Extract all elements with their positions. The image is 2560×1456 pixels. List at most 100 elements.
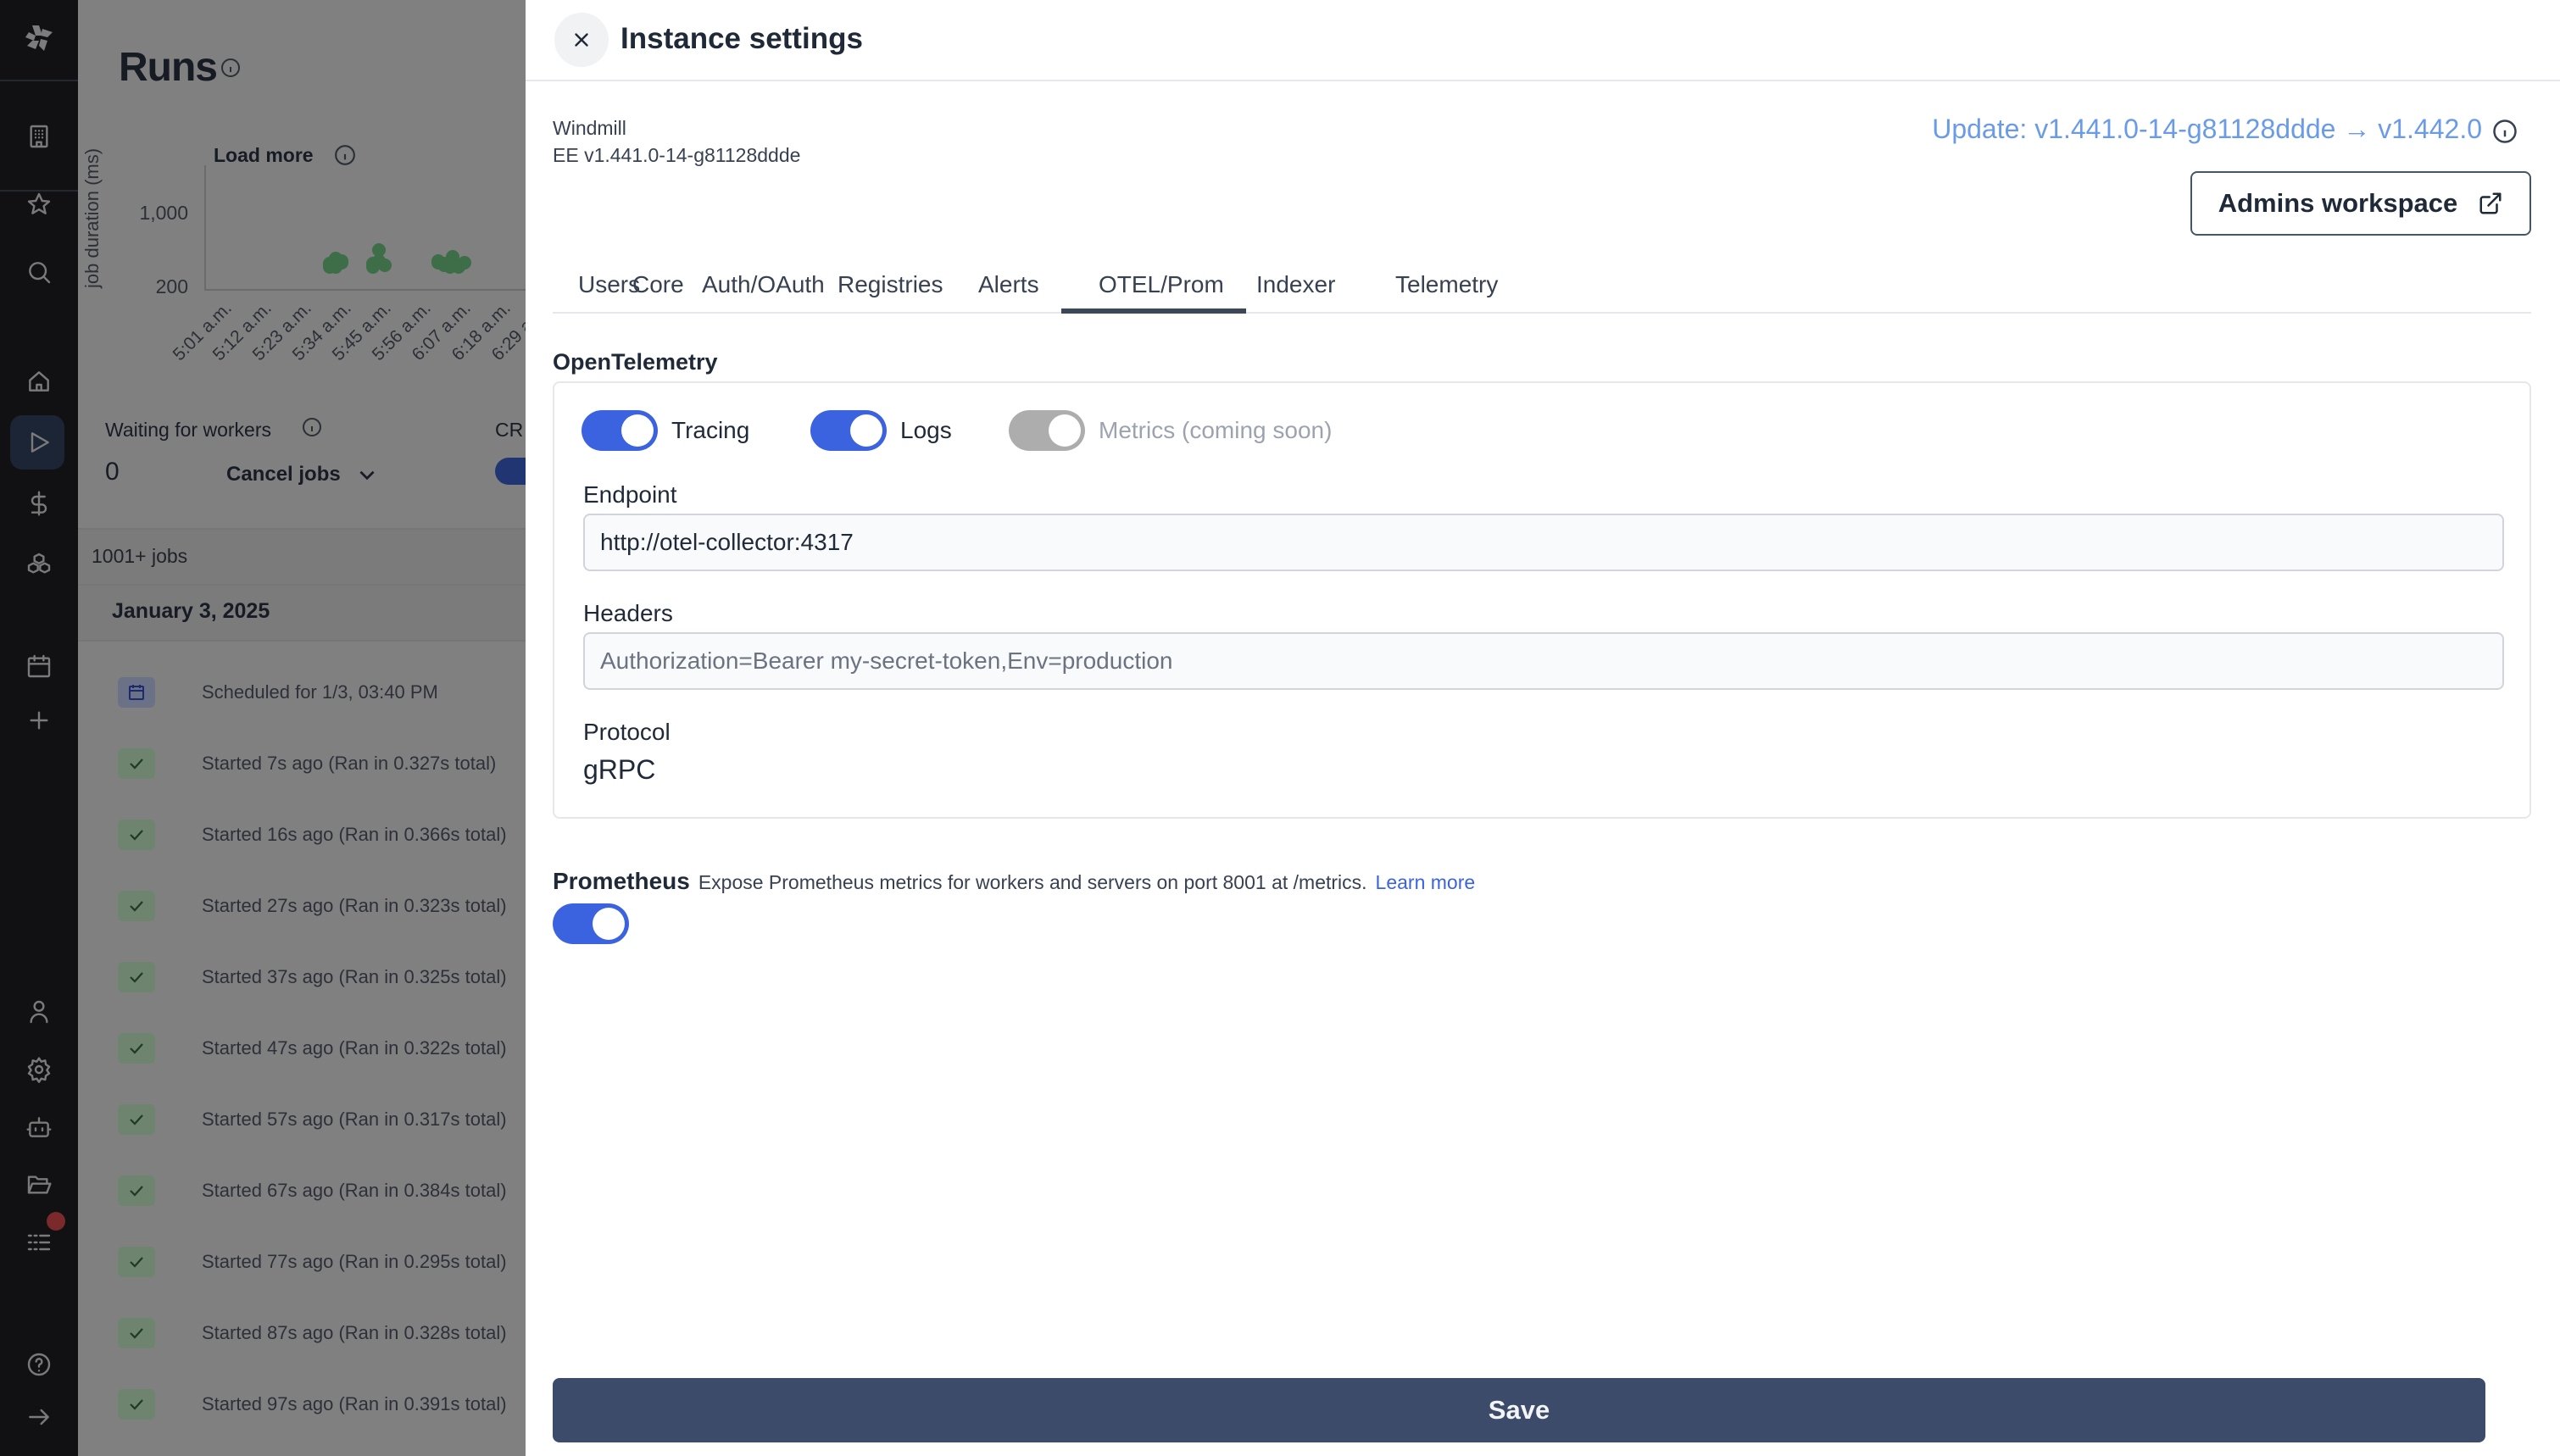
sidebar bbox=[0, 0, 78, 1456]
sidebar-item-logs[interactable] bbox=[22, 1225, 56, 1259]
sidebar-item-help[interactable] bbox=[22, 1348, 56, 1381]
protocol-label: Protocol bbox=[583, 719, 671, 745]
help-icon bbox=[27, 1353, 51, 1376]
save-button[interactable]: Save bbox=[553, 1378, 2485, 1442]
check-icon bbox=[130, 759, 143, 770]
sidebar-item-runs[interactable] bbox=[22, 425, 56, 459]
tab-core[interactable]: Core bbox=[632, 271, 684, 298]
sidebar-item-user[interactable] bbox=[22, 995, 56, 1029]
job-status-text: Started 67s ago (Ran in 0.384s total) bbox=[202, 1180, 507, 1201]
logs-toggle[interactable] bbox=[810, 410, 887, 451]
gear-icon bbox=[27, 1057, 51, 1083]
list-icon bbox=[27, 1234, 51, 1251]
headers-input[interactable] bbox=[583, 632, 2504, 690]
version-label: EE v1.441.0-14-g81128ddde bbox=[553, 144, 801, 166]
job-row[interactable]: Started 47s ago (Ran in 0.322s total) bbox=[78, 1012, 527, 1083]
success-badge bbox=[118, 1389, 155, 1420]
folder-icon bbox=[27, 1175, 52, 1194]
job-row[interactable]: Started 97s ago (Ran in 0.391s total) bbox=[78, 1368, 527, 1439]
opentelemetry-panel: Tracing Logs Metrics (coming soon) Endpo… bbox=[553, 381, 2531, 819]
sidebar-item-expand[interactable] bbox=[22, 1400, 56, 1434]
sidebar-item-folders[interactable] bbox=[22, 1168, 56, 1202]
star-icon bbox=[27, 192, 51, 214]
chart-point[interactable] bbox=[322, 259, 337, 274]
sidebar-item-favorites[interactable] bbox=[22, 187, 56, 221]
update-link[interactable]: Update: v1.441.0-14-g81128ddde → v1.442.… bbox=[1932, 114, 2482, 145]
prometheus-toggle[interactable] bbox=[553, 903, 629, 944]
success-badge bbox=[118, 1033, 155, 1064]
endpoint-input[interactable] bbox=[583, 514, 2504, 571]
chevron-down-icon bbox=[359, 470, 375, 481]
info-icon[interactable] bbox=[302, 417, 322, 437]
sidebar-item-settings[interactable] bbox=[22, 1053, 56, 1086]
building-icon bbox=[30, 125, 48, 148]
job-status-text: Started 7s ago (Ran in 0.327s total) bbox=[202, 753, 497, 774]
notification-badge bbox=[47, 1212, 65, 1231]
active-tab-indicator bbox=[1061, 308, 1246, 314]
chart-point[interactable] bbox=[334, 254, 348, 269]
close-button[interactable] bbox=[554, 13, 609, 67]
check-icon bbox=[130, 1043, 143, 1054]
tab-indexer[interactable]: Indexer bbox=[1256, 271, 1335, 298]
job-row[interactable]: Started 87s ago (Ran in 0.328s total) bbox=[78, 1297, 527, 1368]
cancel-jobs-dropdown[interactable]: Cancel jobs bbox=[226, 463, 378, 486]
success-badge bbox=[118, 748, 155, 779]
windmill-logo-icon[interactable] bbox=[19, 17, 59, 58]
sidebar-item-home[interactable] bbox=[22, 364, 56, 398]
cron-toggle[interactable] bbox=[495, 458, 527, 485]
sidebar-item-search[interactable] bbox=[22, 255, 56, 289]
info-icon[interactable] bbox=[2492, 119, 2518, 144]
job-row[interactable]: Scheduled for 1/3, 03:40 PM bbox=[78, 656, 527, 727]
job-row[interactable]: Started 37s ago (Ran in 0.325s total) bbox=[78, 941, 527, 1012]
chart-point[interactable] bbox=[446, 249, 460, 264]
sidebar-item-workers[interactable] bbox=[22, 1110, 56, 1144]
chart-x-axis bbox=[204, 289, 527, 291]
chart-y-axis-label: job duration (ms) bbox=[81, 147, 103, 288]
tab-alerts[interactable]: Alerts bbox=[978, 271, 1039, 298]
job-status-text: Started 87s ago (Ran in 0.328s total) bbox=[202, 1322, 507, 1343]
admins-workspace-label: Admins workspace bbox=[2218, 188, 2458, 218]
admins-workspace-button[interactable]: Admins workspace bbox=[2190, 171, 2531, 236]
sidebar-item-workspace[interactable] bbox=[22, 119, 56, 153]
tab-auth-oauth[interactable]: Auth/OAuth bbox=[702, 271, 825, 298]
y-tick-label: 1,000 bbox=[139, 202, 188, 224]
toggle-knob bbox=[621, 414, 654, 447]
success-badge bbox=[118, 1247, 155, 1277]
tab-otel-prom[interactable]: OTEL/Prom bbox=[1099, 271, 1224, 298]
tracing-toggle[interactable] bbox=[582, 410, 658, 451]
chart-point[interactable] bbox=[458, 255, 472, 270]
chart-point[interactable] bbox=[366, 259, 381, 274]
sidebar-item-resources[interactable] bbox=[22, 547, 56, 581]
info-icon[interactable] bbox=[334, 144, 356, 166]
tab-telemetry[interactable]: Telemetry bbox=[1395, 271, 1498, 298]
success-badge bbox=[118, 891, 155, 921]
job-row[interactable]: Started 16s ago (Ran in 0.366s total) bbox=[78, 798, 527, 870]
success-badge bbox=[118, 820, 155, 850]
info-icon[interactable] bbox=[220, 58, 241, 78]
job-status-text: Started 47s ago (Ran in 0.322s total) bbox=[202, 1037, 507, 1059]
drawer-header: Instance settings bbox=[526, 0, 2560, 81]
scheduled-badge bbox=[118, 677, 155, 708]
job-row[interactable]: Started 7s ago (Ran in 0.327s total) bbox=[78, 727, 527, 798]
sidebar-item-variables[interactable] bbox=[22, 486, 56, 520]
date-group-label: January 3, 2025 bbox=[112, 599, 270, 623]
runs-page-background: Runs job duration (ms) Load more 1,000 2… bbox=[78, 0, 527, 1456]
tab-registries[interactable]: Registries bbox=[838, 271, 943, 298]
job-row[interactable]: Started 67s ago (Ran in 0.384s total) bbox=[78, 1154, 527, 1225]
chart-point[interactable] bbox=[372, 242, 387, 257]
job-row[interactable]: Started 57s ago (Ran in 0.317s total) bbox=[78, 1083, 527, 1154]
load-more-button[interactable]: Load more bbox=[214, 144, 314, 167]
chart-point[interactable] bbox=[378, 258, 392, 273]
external-link-icon bbox=[2479, 192, 2502, 214]
check-icon bbox=[130, 1328, 143, 1339]
cancel-jobs-label: Cancel jobs bbox=[226, 463, 341, 486]
sidebar-item-schedules[interactable] bbox=[22, 649, 56, 683]
tab-users[interactable]: Users bbox=[578, 271, 640, 298]
learn-more-link[interactable]: Learn more bbox=[1376, 871, 1476, 894]
protocol-value[interactable]: gRPC bbox=[583, 754, 655, 786]
job-row[interactable]: Started 77s ago (Ran in 0.295s total) bbox=[78, 1225, 527, 1297]
sidebar-item-add[interactable] bbox=[22, 703, 56, 737]
waiting-for-workers-value: 0 bbox=[105, 458, 120, 486]
job-row[interactable]: Started 27s ago (Ran in 0.323s total) bbox=[78, 870, 527, 941]
job-status-text: Started 27s ago (Ran in 0.323s total) bbox=[202, 895, 507, 916]
